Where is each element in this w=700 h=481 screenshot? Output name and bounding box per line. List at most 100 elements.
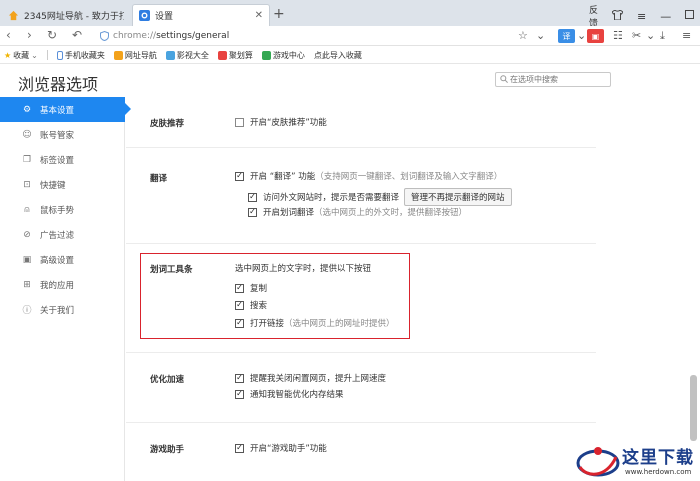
option-memory-notify[interactable]: ✓ 通知我智能优化内存结果	[235, 388, 344, 400]
bookmark-mobile[interactable]: 手机收藏夹	[56, 50, 105, 61]
watermark-logo: 这里下载 www.herdown.com	[572, 437, 700, 481]
sidebar-item-shortcuts[interactable]: ⊡ 快捷键	[0, 172, 125, 197]
search-input[interactable]	[510, 75, 605, 84]
option-hint: （选中网页上的外文时，提供翻译按钮）	[314, 208, 468, 218]
option-game-helper[interactable]: ✓ 开启“游戏助手”功能	[235, 442, 327, 454]
search-icon	[500, 74, 508, 85]
option-label: 开启 “翻译” 功能	[250, 172, 316, 182]
section-title-game: 游戏助手	[150, 445, 185, 455]
bookmark-star-icon[interactable]: ☆	[518, 29, 528, 42]
forward-icon[interactable]: ›	[27, 28, 32, 42]
sidebar-item-label: 账号管家	[40, 130, 75, 141]
mouse-icon: ⍝	[24, 204, 30, 215]
maximize-icon[interactable]	[685, 10, 695, 22]
tab-strip: 2345网址导航 - 致力于打造百 设置 ✕ + 反馈 ≡ — ✕	[0, 0, 700, 29]
page-title: 浏览器选项	[18, 75, 99, 94]
keyboard-icon: ⊡	[23, 179, 31, 190]
checkbox-checked[interactable]: ✓	[235, 389, 244, 399]
dropdown-chevron-icon[interactable]: ⌄	[536, 29, 545, 42]
section-divider	[126, 352, 596, 353]
sidebar-item-advanced[interactable]: ▣ 高级设置	[0, 247, 125, 272]
settings-sidebar: ⚙ 基本设置 ☺ 账号管家 ❐ 标签设置 ⊡ 快捷键 ⍝ 鼠标手势 ⊘ 广告过滤…	[0, 97, 131, 481]
translate-icon[interactable]: 译	[558, 29, 575, 43]
sidebar-item-mouse[interactable]: ⍝ 鼠标手势	[0, 197, 125, 222]
translate-dropdown-icon[interactable]: ⌄	[577, 29, 586, 42]
sidebar-item-label: 鼠标手势	[40, 205, 75, 216]
extensions-icon[interactable]: ☷	[613, 29, 623, 42]
option-word-translate[interactable]: ✓ 开启划词翻译 （选中网页上的外文时，提供翻译按钮）	[248, 206, 467, 218]
main-menu-icon[interactable]: ≡	[682, 29, 691, 42]
mobile-icon	[56, 50, 63, 60]
bookmark-deals[interactable]: 聚划算	[217, 50, 253, 61]
new-tab-icon[interactable]: +	[273, 6, 285, 22]
bookmark-label: 点此导入收藏	[313, 50, 362, 60]
download-icon[interactable]: ⤓	[660, 29, 665, 43]
bookmark-label: 收藏	[13, 50, 30, 60]
tab-2345-nav[interactable]: 2345网址导航 - 致力于打造百	[2, 4, 130, 26]
checkbox-checked[interactable]: ✓	[248, 207, 257, 217]
sidebar-item-account[interactable]: ☺ 账号管家	[0, 122, 125, 147]
sidebar-item-about[interactable]: ⓘ 关于我们	[0, 297, 125, 322]
tab-settings[interactable]: 设置 ✕	[132, 4, 270, 26]
page-shield-icon	[100, 31, 109, 41]
section-divider	[126, 422, 596, 423]
watermark-url: www.herdown.com	[625, 468, 692, 476]
option-label: 通知我智能优化内存结果	[250, 390, 344, 400]
checkbox-checked[interactable]: ✓	[248, 192, 257, 202]
checkbox-checked[interactable]: ✓	[235, 171, 244, 181]
option-label: 开启“游戏助手”功能	[250, 444, 327, 454]
option-translate-prompt[interactable]: ✓ 访问外文网站时，提示是否需要翻译 管理不再提示翻译的网站	[248, 188, 512, 206]
checkbox-unchecked[interactable]	[235, 117, 244, 127]
account-icon: ☺	[22, 129, 32, 140]
skin-shirt-icon[interactable]	[611, 8, 624, 23]
block-icon: ⊘	[23, 229, 31, 240]
option-label: 开启“皮肤推荐”功能	[250, 118, 327, 128]
2345-favicon-icon	[8, 10, 19, 20]
gear-icon: ⚙	[22, 104, 32, 115]
reload-icon[interactable]: ↻	[47, 28, 57, 42]
sidebar-item-apps[interactable]: ⊞ 我的应用	[0, 272, 125, 297]
option-translate[interactable]: ✓ 开启 “翻译” 功能 （支持网页一键翻译、划词翻译及输入文字翻译）	[235, 170, 502, 182]
sidebar-item-adblock[interactable]: ⊘ 广告过滤	[0, 222, 125, 247]
sidebar-item-label: 标签设置	[40, 155, 75, 166]
back-icon[interactable]: ‹	[6, 28, 11, 42]
game-icon	[261, 50, 271, 60]
undo-close-icon[interactable]: ↶	[72, 28, 82, 42]
highlight-box	[140, 253, 410, 339]
option-skin-recommend[interactable]: 开启“皮肤推荐”功能	[235, 116, 327, 128]
checkbox-checked[interactable]: ✓	[235, 443, 244, 453]
sidebar-item-tabs[interactable]: ❐ 标签设置	[0, 147, 125, 172]
bookmark-label: 聚划算	[228, 50, 253, 60]
menu-icon[interactable]: ≡	[637, 10, 646, 23]
bookmark-film[interactable]: 影视大全	[165, 50, 209, 61]
game-center-icon[interactable]: ▣	[587, 29, 604, 43]
chevron-down-icon: ⌄	[31, 50, 38, 60]
bookmark-games[interactable]: 游戏中心	[261, 50, 305, 61]
option-hint: （支持网页一键翻译、划词翻译及输入文字翻译）	[315, 172, 503, 182]
bookmark-nav[interactable]: 网址导航	[113, 50, 157, 61]
settings-favicon-icon	[139, 10, 150, 21]
scissors-dropdown-icon[interactable]: ⌄	[646, 29, 655, 42]
manage-sites-button[interactable]: 管理不再提示翻译的网站	[404, 188, 512, 206]
bookmark-import[interactable]: 点此导入收藏	[314, 50, 362, 61]
bookmark-label: 手机收藏夹	[64, 50, 105, 60]
tab-title: 2345网址导航 - 致力于打造百	[24, 11, 124, 22]
option-idle-reminder[interactable]: ✓ 提醒我关闭闲置网页，提升上网速度	[235, 372, 386, 384]
sidebar-item-label: 基本设置	[40, 105, 75, 116]
sidebar-item-basic[interactable]: ⚙ 基本设置	[0, 97, 131, 122]
advanced-icon: ▣	[22, 254, 32, 265]
sidebar-item-label: 关于我们	[40, 305, 75, 316]
minimize-icon[interactable]: —	[660, 10, 671, 23]
sidebar-item-label: 我的应用	[40, 280, 75, 291]
close-tab-icon[interactable]: ✕	[255, 10, 263, 21]
settings-search[interactable]	[495, 72, 611, 87]
bookmark-favorites[interactable]: ★ 收藏 ⌄	[4, 50, 38, 61]
option-label: 访问外文网站时，提示是否需要翻译	[263, 193, 400, 203]
checkbox-checked[interactable]: ✓	[235, 373, 244, 383]
scrollbar-thumb[interactable]	[690, 375, 697, 441]
url-scheme: chrome://	[113, 31, 157, 41]
section-divider	[126, 147, 596, 148]
address-bar[interactable]: chrome://settings/general	[100, 28, 545, 44]
scissors-icon[interactable]: ✂	[632, 29, 641, 42]
home-icon	[113, 50, 123, 60]
